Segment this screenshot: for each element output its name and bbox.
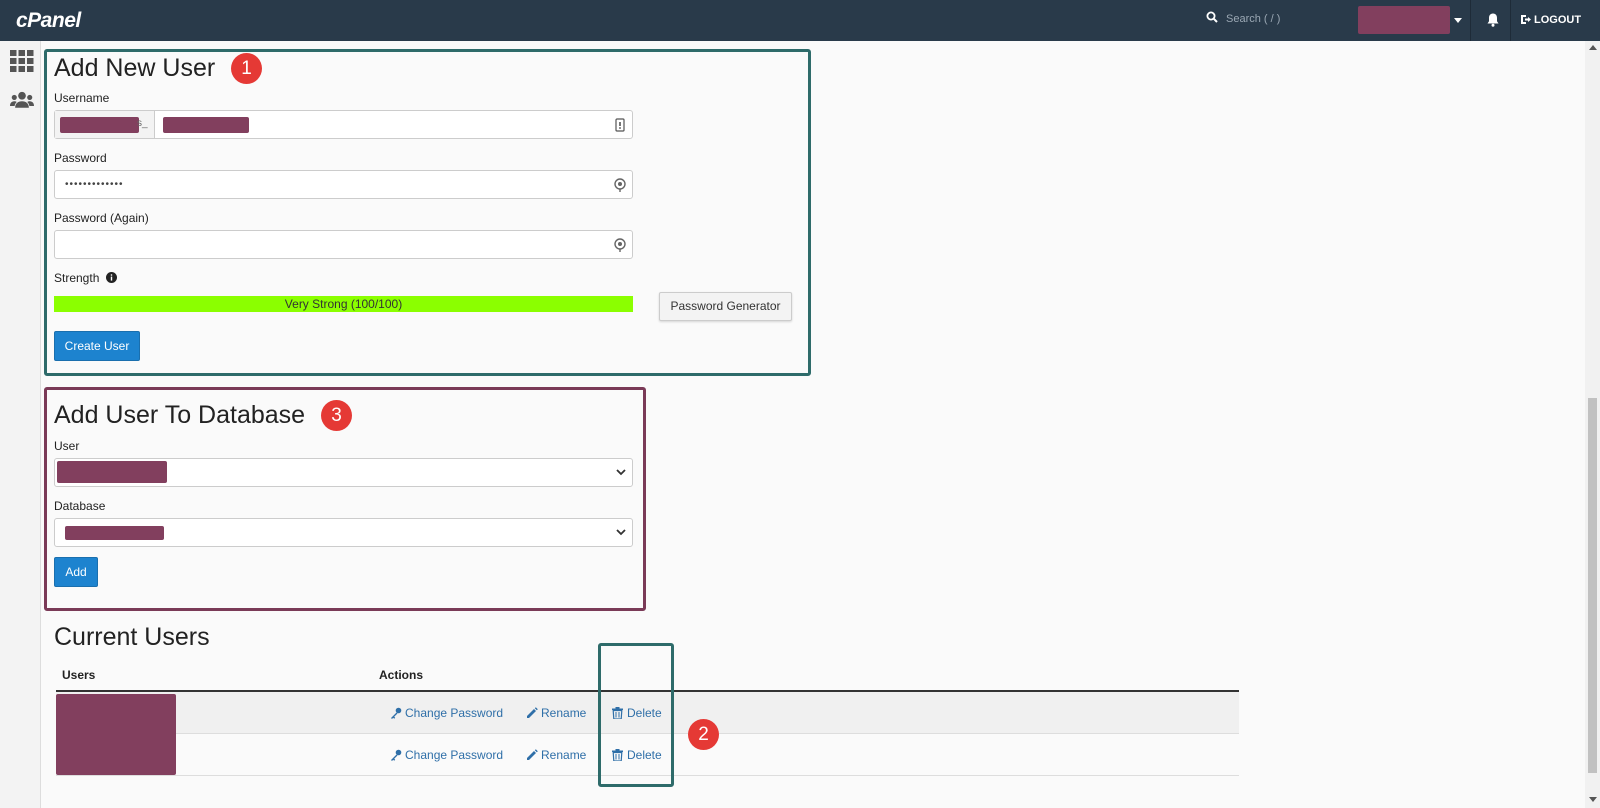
bell-icon[interactable] (1485, 12, 1501, 28)
redacted-username (163, 117, 249, 133)
annotation-badge-1: 1 (231, 53, 262, 84)
scrollbar-thumb[interactable] (1588, 398, 1597, 773)
add-user-to-database-title: Add User To Database (54, 401, 306, 429)
database-select[interactable] (54, 518, 633, 547)
search-placeholder: Search ( / ) (1226, 13, 1281, 25)
pencil-icon (527, 749, 538, 760)
pencil-icon (527, 707, 538, 718)
search-icon (1206, 11, 1218, 23)
logout-button[interactable]: LOGOUT (1521, 14, 1581, 26)
redacted-prefix (60, 117, 139, 133)
username-field[interactable]: s_ (54, 110, 633, 139)
key-icon (391, 707, 402, 719)
redacted-user-names (56, 694, 176, 775)
chevron-down-icon[interactable] (1454, 18, 1462, 23)
username-prefix-addon: s_ (55, 111, 155, 138)
scroll-up-arrow-icon[interactable] (1589, 45, 1597, 50)
annotation-badge-3: 3 (321, 400, 352, 431)
users-icon[interactable] (10, 89, 34, 111)
change-password-link[interactable]: Change Password (391, 706, 503, 720)
add-new-user-section-frame (44, 49, 811, 376)
current-users-title: Current Users (54, 623, 210, 651)
chevron-down-icon (616, 469, 626, 476)
column-header-actions: Actions (379, 668, 424, 682)
password-value: ••••••••••••• (65, 179, 124, 190)
info-icon[interactable] (105, 272, 117, 283)
strength-label: Strength (54, 271, 117, 285)
chevron-down-icon (616, 529, 626, 536)
redacted-user-option (57, 461, 167, 483)
logout-icon (1521, 15, 1531, 24)
cpanel-logo[interactable]: cPanel (16, 9, 81, 33)
column-header-users: Users (62, 668, 96, 682)
username-label: Username (54, 91, 110, 105)
password-strength-meter: Very Strong (100/100) (54, 296, 633, 312)
rename-link[interactable]: Rename (527, 748, 586, 762)
account-menu-redacted[interactable] (1358, 6, 1450, 34)
divider (1470, 0, 1471, 41)
create-user-button[interactable]: Create User (54, 331, 140, 361)
annotation-badge-2: 2 (688, 719, 719, 750)
key-icon (391, 749, 402, 761)
user-select[interactable] (54, 458, 633, 487)
password-field[interactable]: ••••••••••••• (54, 170, 633, 199)
password-label: Password (54, 151, 107, 165)
username-prefix-text: s_ (137, 118, 148, 129)
rename-link[interactable]: Rename (527, 706, 586, 720)
password-again-field[interactable] (54, 230, 633, 259)
redacted-database-option (65, 526, 164, 540)
username-validation-icon (615, 118, 625, 132)
database-select-label: Database (54, 499, 106, 513)
search-field[interactable]: Search ( / ) (1206, 11, 1281, 25)
top-navbar: cPanel Search ( / ) LOGOUT (0, 0, 1600, 41)
password-status-icon (614, 178, 626, 192)
add-user-to-database-button[interactable]: Add (54, 557, 98, 587)
scroll-down-arrow-icon[interactable] (1589, 797, 1597, 802)
side-rail (0, 41, 41, 808)
change-password-link[interactable]: Change Password (391, 748, 503, 762)
page-scrollbar[interactable] (1585, 41, 1600, 808)
add-new-user-title: Add New User (54, 54, 216, 82)
password-again-label: Password (Again) (54, 211, 149, 225)
divider (1510, 0, 1511, 41)
grid-apps-icon[interactable] (10, 50, 34, 72)
password-again-status-icon (614, 238, 626, 252)
user-select-label: User (54, 439, 80, 453)
delete-column-highlight-frame (598, 643, 674, 787)
password-generator-button[interactable]: Password Generator (659, 292, 792, 321)
